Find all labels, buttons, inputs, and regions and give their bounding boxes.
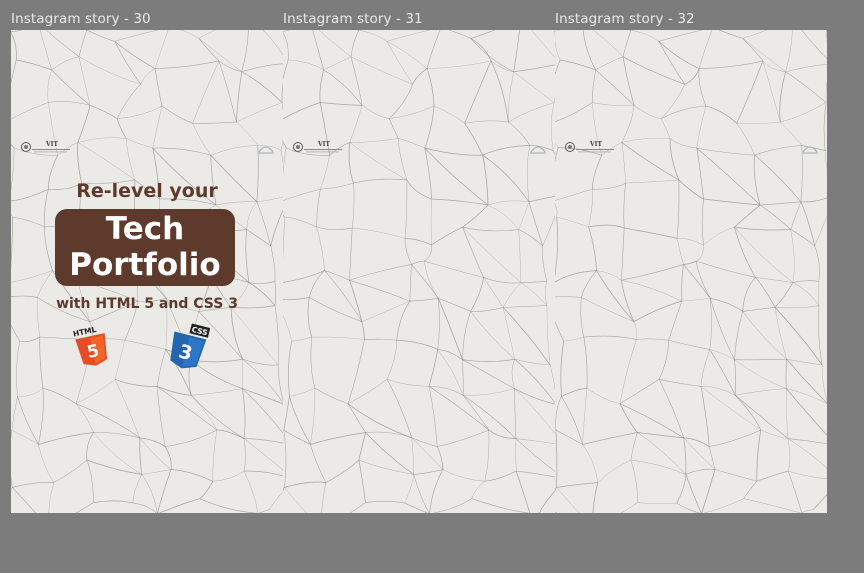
svg-text:CSS: CSS bbox=[191, 325, 209, 338]
frame-instagram-story-31[interactable]: VIT bbox=[283, 30, 555, 513]
secondary-logo bbox=[802, 146, 818, 154]
html5-icon: HTML 5 bbox=[72, 325, 108, 366]
cracked-texture-background bbox=[555, 30, 827, 513]
frame-instagram-story-30[interactable]: VIT Re-level your Tech Portfolio with HT… bbox=[11, 30, 283, 513]
svg-text:VIT: VIT bbox=[317, 141, 330, 148]
vit-logo: VIT bbox=[293, 141, 342, 153]
cracked-texture-background bbox=[283, 30, 555, 513]
css3-icon: CSS 3 bbox=[170, 323, 210, 369]
vit-logo: VIT bbox=[21, 141, 70, 153]
frame-instagram-story-32[interactable]: VIT bbox=[555, 30, 827, 513]
svg-text:VIT: VIT bbox=[45, 141, 58, 148]
frame-label-30[interactable]: Instagram story - 30 bbox=[11, 11, 151, 27]
headline-relevel: Re-level your bbox=[76, 180, 218, 202]
vit-logo: VIT bbox=[565, 141, 614, 153]
portfolio-text: Portfolio bbox=[69, 247, 221, 283]
secondary-logo bbox=[258, 146, 274, 154]
svg-text:VIT: VIT bbox=[589, 141, 602, 148]
tech-text: Tech bbox=[105, 211, 185, 247]
frame-label-31[interactable]: Instagram story - 31 bbox=[283, 11, 423, 27]
secondary-logo bbox=[530, 146, 546, 154]
frame-label-32[interactable]: Instagram story - 32 bbox=[555, 11, 695, 27]
tech-portfolio-box: Tech Portfolio bbox=[55, 209, 235, 286]
subline-html-css: with HTML 5 and CSS 3 bbox=[56, 296, 238, 312]
